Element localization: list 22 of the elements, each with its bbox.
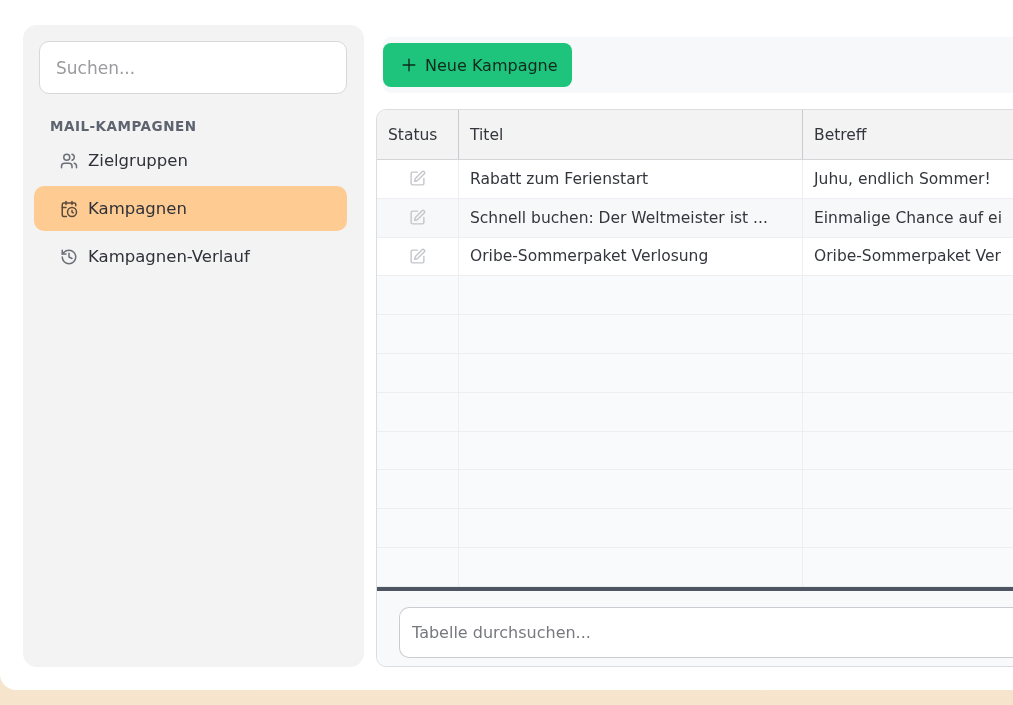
table-cell: Juhu, endlich Sommer! — [803, 160, 1013, 198]
section-title: MAIL-KAMPAGNEN — [50, 118, 198, 134]
calendar-clock-icon — [60, 199, 78, 218]
edit-icon[interactable] — [409, 170, 426, 188]
table-cell: Rabatt zum Ferienstart — [459, 160, 803, 198]
column-header[interactable]: Betreff — [803, 110, 1013, 159]
table-cell: Schnell buchen: Der Weltmeister ist ... — [459, 198, 803, 237]
people-icon — [60, 151, 78, 170]
new-campaign-button[interactable]: Neue Kampagne — [383, 43, 572, 87]
history-icon — [60, 247, 78, 266]
edit-icon[interactable] — [409, 248, 426, 265]
sidebar-item[interactable]: Kampagnen — [34, 186, 347, 231]
search-field[interactable]: Suchen... — [39, 41, 347, 94]
column-header[interactable]: Titel — [459, 110, 803, 159]
table-cell: Oribe-Sommerpaket Verlosung — [459, 237, 803, 276]
table-search-field[interactable]: Tabelle durchsuchen... — [399, 606, 1013, 658]
table-cell: Einmalige Chance auf ei — [803, 198, 1013, 237]
sidebar-item[interactable]: Zielgruppen — [34, 138, 347, 183]
edit-icon[interactable] — [409, 209, 426, 227]
table-cell: Oribe-Sommerpaket Ver — [803, 237, 1013, 276]
sidebar-item[interactable]: Kampagnen-Verlauf — [34, 234, 347, 279]
column-header[interactable]: Status — [377, 110, 459, 159]
